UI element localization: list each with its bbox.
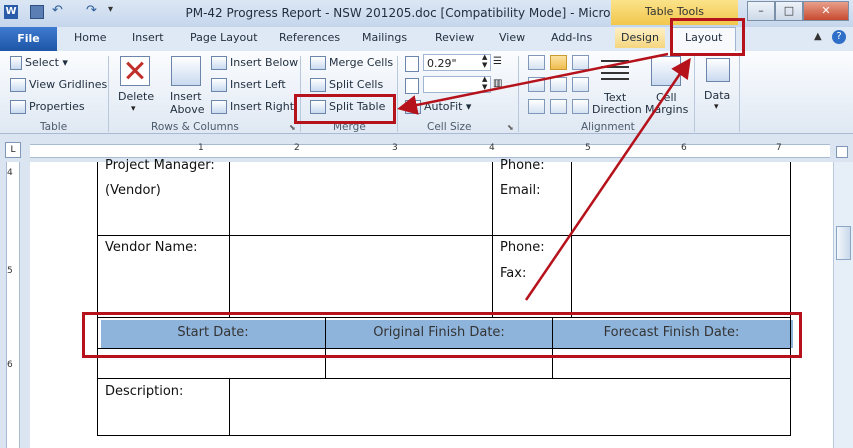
arrow-to-split-table [397,52,669,115]
annotation-arrows [397,52,691,301]
arrow-to-layout-tab [524,57,691,301]
